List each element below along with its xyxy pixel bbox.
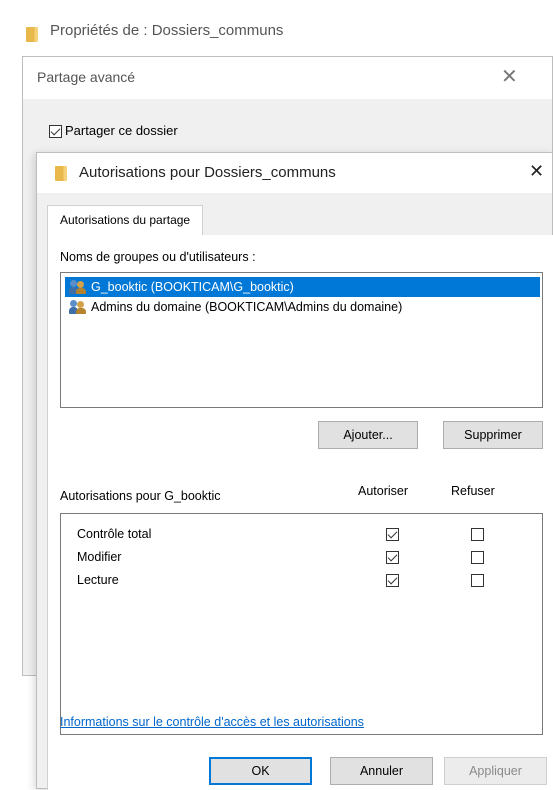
close-icon[interactable]: ✕ (501, 67, 518, 87)
deny-header: Refuser (451, 484, 495, 498)
share-folder-checkbox[interactable] (49, 125, 62, 139)
folder-icon (55, 166, 67, 181)
users-icon (69, 300, 87, 314)
user-name: Admins du domaine (BOOKTICAM\Admins du d… (91, 300, 403, 314)
table-row: Contrôle total (61, 524, 542, 546)
allow-checkbox[interactable] (386, 574, 399, 587)
tab-share-permissions[interactable]: Autorisations du partage (47, 205, 204, 235)
advanced-sharing-title: Partage avancé (37, 69, 136, 85)
cancel-button[interactable]: Annuler (330, 757, 433, 785)
properties-window-title: Propriétés de : Dossiers_communs (50, 22, 284, 39)
add-button[interactable]: Ajouter... (318, 421, 418, 449)
share-permissions-panel: Noms de groupes ou d'utilisateurs : G_bo… (47, 235, 553, 790)
remove-button[interactable]: Supprimer (443, 421, 543, 449)
access-control-info-link[interactable]: Informations sur le contrôle d'accès et … (60, 715, 364, 729)
share-folder-checkbox-row[interactable]: Partager ce dossier (49, 123, 178, 139)
permissions-table: Contrôle total Modifier Lecture (60, 513, 543, 735)
table-row: Modifier (61, 547, 542, 569)
allow-header: Autoriser (358, 484, 409, 498)
ok-button[interactable]: OK (209, 757, 312, 785)
permissions-titlebar: Autorisations pour Dossiers_communs ✕ (37, 153, 552, 193)
deny-checkbox[interactable] (471, 528, 484, 541)
deny-checkbox[interactable] (471, 574, 484, 587)
close-icon[interactable]: ✕ (529, 162, 544, 180)
allow-checkbox[interactable] (386, 551, 399, 564)
users-list[interactable]: G_booktic (BOOKTICAM\G_booktic) Admins d… (60, 272, 543, 408)
allow-checkbox[interactable] (386, 528, 399, 541)
tab-strip: Autorisations du partage (47, 205, 552, 236)
permissions-for-label: Autorisations pour G_booktic (60, 489, 221, 503)
advanced-sharing-titlebar: Partage avancé ✕ (23, 57, 552, 99)
list-item[interactable]: G_booktic (BOOKTICAM\G_booktic) (65, 277, 540, 297)
user-name: G_booktic (BOOKTICAM\G_booktic) (91, 280, 294, 294)
share-folder-label: Partager ce dossier (65, 123, 178, 138)
permission-name: Lecture (77, 573, 119, 587)
folder-icon (26, 27, 38, 42)
apply-button[interactable]: Appliquer (444, 757, 547, 785)
permission-name: Modifier (77, 550, 122, 564)
permission-name: Contrôle total (77, 527, 152, 541)
users-icon (69, 280, 87, 294)
table-row: Lecture (61, 570, 542, 592)
deny-checkbox[interactable] (471, 551, 484, 564)
permissions-dialog-title: Autorisations pour Dossiers_communs (79, 164, 336, 181)
permissions-dialog: Autorisations pour Dossiers_communs ✕ Au… (36, 152, 553, 790)
users-label: Noms de groupes ou d'utilisateurs : (60, 250, 256, 264)
